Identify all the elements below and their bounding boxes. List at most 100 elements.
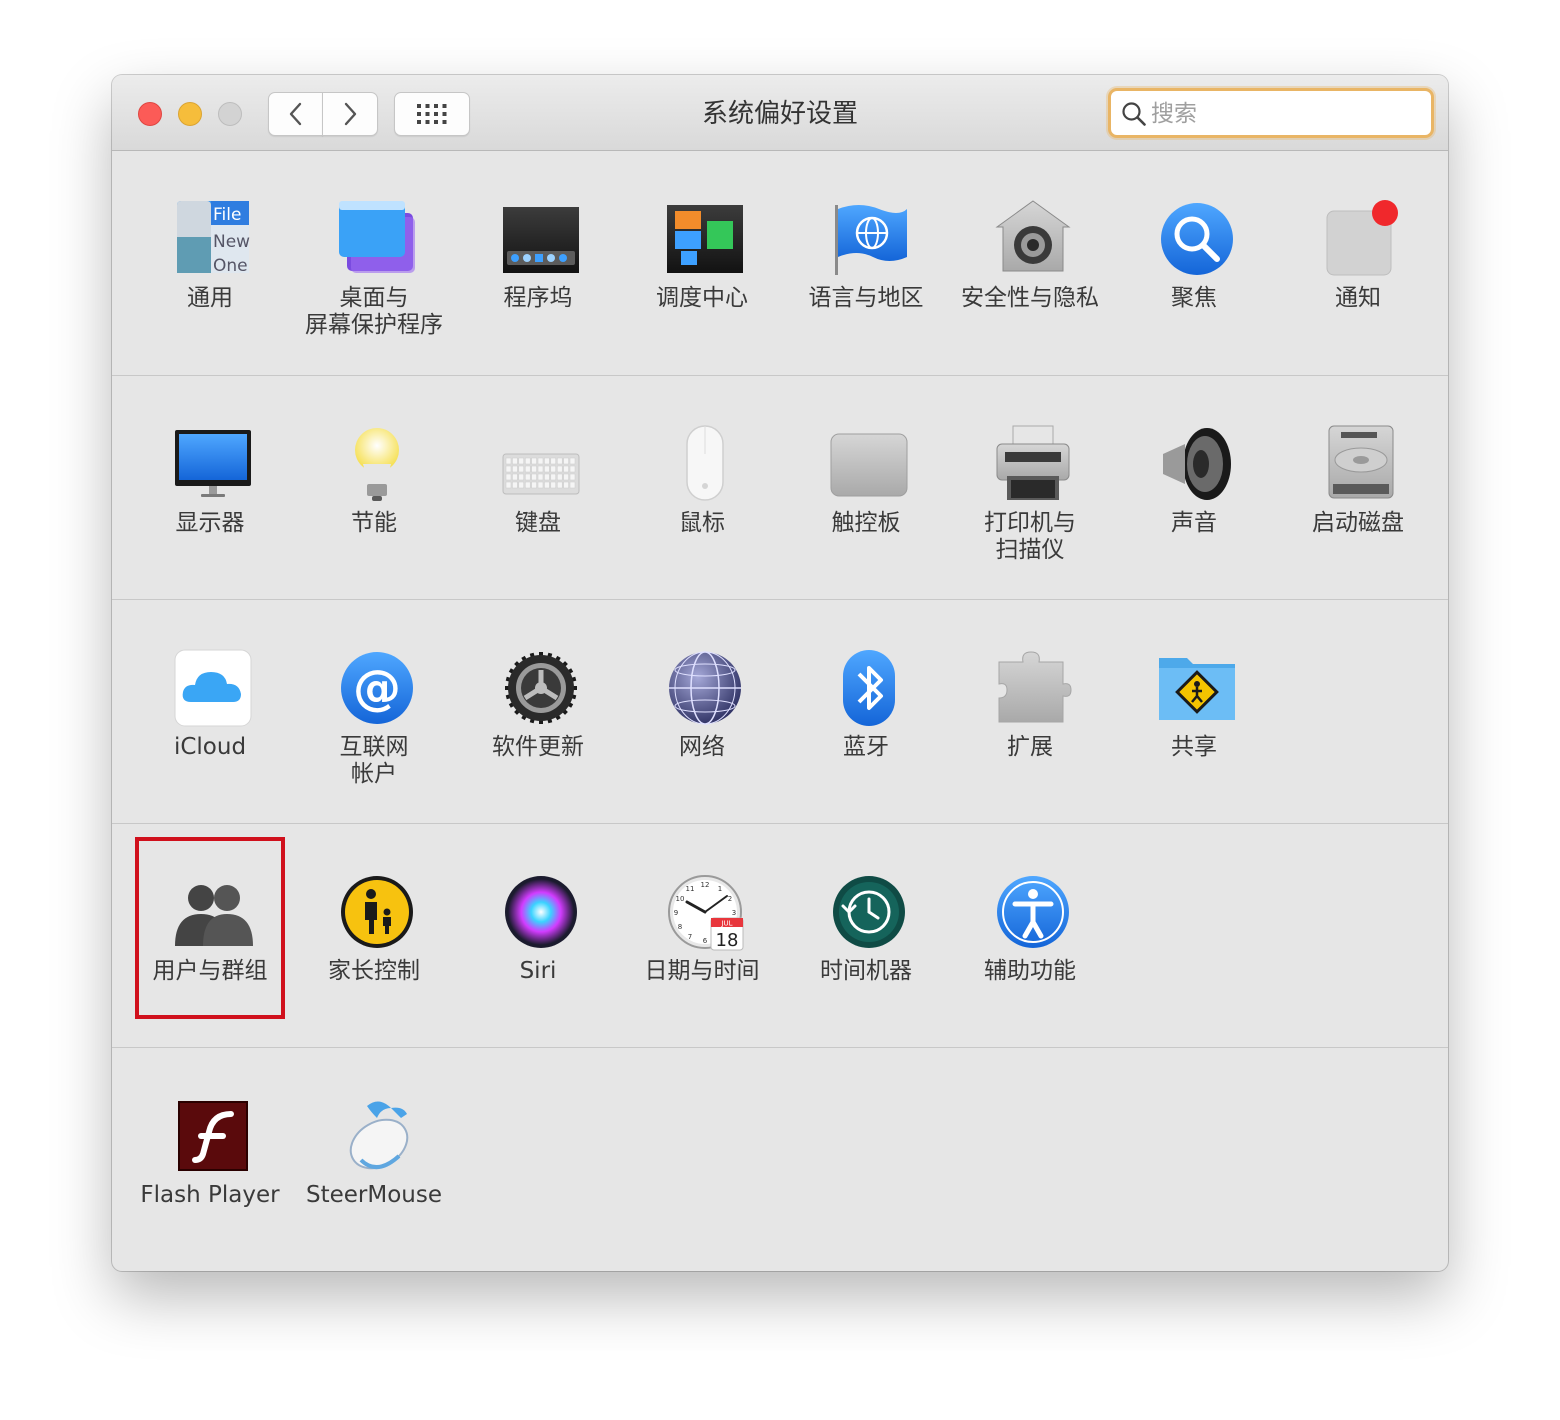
pane-printers-scanners[interactable]: 打印机与 扫描仪 bbox=[948, 376, 1112, 600]
accessibility-icon bbox=[993, 872, 1073, 952]
pane-label: 通知 bbox=[1335, 285, 1381, 311]
pane-spotlight[interactable]: 聚焦 bbox=[1112, 151, 1276, 375]
security-privacy-icon bbox=[993, 199, 1073, 279]
pane-steermouse[interactable]: SteerMouse bbox=[292, 1048, 456, 1271]
keyboard-icon bbox=[501, 424, 581, 504]
pane-label: 用户与群组 bbox=[152, 958, 268, 984]
pane-label: Flash Player bbox=[140, 1182, 280, 1208]
pane-label: 桌面与 屏幕保护程序 bbox=[305, 285, 443, 338]
pane-parental-controls[interactable]: 家长控制 bbox=[292, 824, 456, 1048]
pane-siri[interactable]: Siri bbox=[456, 824, 620, 1048]
svg-text:9: 9 bbox=[674, 909, 678, 917]
pane-internet-accounts[interactable]: @ 互联网 帐户 bbox=[292, 600, 456, 824]
pane-label: 显示器 bbox=[175, 510, 245, 536]
svg-text:3: 3 bbox=[732, 909, 736, 917]
software-update-icon bbox=[501, 648, 581, 728]
pane-label: 时间机器 bbox=[820, 958, 912, 984]
pane-label: 软件更新 bbox=[492, 734, 584, 760]
steermouse-icon bbox=[337, 1096, 417, 1176]
pane-row: Flash Player SteerMouse bbox=[112, 1047, 1448, 1271]
pane-icloud[interactable]: iCloud bbox=[128, 600, 292, 824]
svg-text:1: 1 bbox=[718, 885, 722, 893]
pane-row: 用户与群组 家长控制 Siri 121111029384756 JUL 18日期… bbox=[112, 823, 1448, 1047]
pane-displays[interactable]: 显示器 bbox=[128, 376, 292, 600]
search-input[interactable] bbox=[1149, 95, 1423, 133]
pane-row: iCloud @ 互联网 帐户 软件更新 网络 蓝牙 扩展 共享 bbox=[112, 599, 1448, 823]
pane-label: 鼠标 bbox=[679, 510, 725, 536]
pane-label: SteerMouse bbox=[305, 1182, 442, 1208]
pane-mouse[interactable]: 鼠标 bbox=[620, 376, 784, 600]
pane-software-update[interactable]: 软件更新 bbox=[456, 600, 620, 824]
parental-controls-icon bbox=[337, 872, 417, 952]
pane-label: 调度中心 bbox=[656, 285, 748, 311]
title-bar: 系统偏好设置 bbox=[112, 75, 1448, 151]
internet-accounts-icon: @ bbox=[337, 648, 417, 728]
pane-label: 互联网 帐户 bbox=[339, 734, 409, 787]
general-icon: File New One bbox=[173, 199, 253, 279]
users-groups-icon bbox=[173, 872, 253, 952]
pane-label: 启动磁盘 bbox=[1312, 510, 1404, 536]
trackpad-icon bbox=[829, 424, 909, 504]
pane-general[interactable]: File New One 通用 bbox=[128, 151, 292, 375]
sharing-icon bbox=[1157, 648, 1237, 728]
pane-language-region[interactable]: 语言与地区 bbox=[784, 151, 948, 375]
mission-control-icon bbox=[665, 199, 745, 279]
pane-label: 键盘 bbox=[515, 510, 561, 536]
pane-label: 聚焦 bbox=[1171, 285, 1217, 311]
pane-notifications[interactable]: 通知 bbox=[1276, 151, 1440, 375]
pane-desktop-screensaver[interactable]: 桌面与 屏幕保护程序 bbox=[292, 151, 456, 375]
pane-startup-disk[interactable]: 启动磁盘 bbox=[1276, 376, 1440, 600]
pane-label: iCloud bbox=[173, 734, 247, 760]
pane-label: 辅助功能 bbox=[984, 958, 1076, 984]
svg-text:18: 18 bbox=[716, 930, 739, 951]
extensions-icon bbox=[993, 648, 1073, 728]
energy-saver-icon bbox=[337, 424, 417, 504]
pane-users-groups[interactable]: 用户与群组 bbox=[128, 824, 292, 1048]
pane-dock[interactable]: 程序坞 bbox=[456, 151, 620, 375]
pane-energy-saver[interactable]: 节能 bbox=[292, 376, 456, 600]
svg-text:12: 12 bbox=[701, 881, 710, 889]
pane-label: 节能 bbox=[351, 510, 397, 536]
search-field[interactable] bbox=[1108, 88, 1434, 138]
general-icon-new: New bbox=[213, 232, 250, 252]
flash-player-icon bbox=[173, 1096, 253, 1176]
pane-date-time[interactable]: 121111029384756 JUL 18日期与时间 bbox=[620, 824, 784, 1048]
pane-label: 打印机与 扫描仪 bbox=[984, 510, 1076, 563]
pane-row: File New One 通用 桌面与 屏幕保护程序 程序坞 调度中心 语言与地区… bbox=[112, 151, 1448, 375]
svg-text:2: 2 bbox=[728, 895, 732, 903]
siri-icon bbox=[501, 872, 581, 952]
pane-label: 通用 bbox=[187, 285, 233, 311]
svg-text:7: 7 bbox=[688, 933, 692, 941]
pane-keyboard[interactable]: 键盘 bbox=[456, 376, 620, 600]
svg-text:JUL: JUL bbox=[720, 920, 732, 928]
pane-label: 家长控制 bbox=[328, 958, 420, 984]
svg-text:@: @ bbox=[353, 660, 401, 716]
icloud-icon bbox=[173, 648, 253, 728]
notifications-icon bbox=[1321, 199, 1401, 279]
dock-icon bbox=[501, 199, 581, 279]
printers-scanners-icon bbox=[993, 424, 1073, 504]
date-time-icon: 121111029384756 JUL 18 bbox=[665, 872, 745, 952]
pane-label: 日期与时间 bbox=[644, 958, 760, 984]
pane-flash-player[interactable]: Flash Player bbox=[128, 1048, 292, 1271]
pane-label: 安全性与隐私 bbox=[961, 285, 1099, 311]
pane-network[interactable]: 网络 bbox=[620, 600, 784, 824]
pane-trackpad[interactable]: 触控板 bbox=[784, 376, 948, 600]
pane-mission-control[interactable]: 调度中心 bbox=[620, 151, 784, 375]
pane-label: 语言与地区 bbox=[808, 285, 924, 311]
mouse-icon bbox=[665, 424, 745, 504]
svg-text:6: 6 bbox=[703, 937, 708, 945]
pane-time-machine[interactable]: 时间机器 bbox=[784, 824, 948, 1048]
general-icon-one: One bbox=[213, 256, 248, 276]
system-preferences-window: 系统偏好设置 File New One 通用 桌面与 屏幕保护程序 程序坞 调度中… bbox=[112, 75, 1448, 1271]
general-icon-file: File bbox=[213, 205, 241, 225]
pane-bluetooth[interactable]: 蓝牙 bbox=[784, 600, 948, 824]
pane-security-privacy[interactable]: 安全性与隐私 bbox=[948, 151, 1112, 375]
pane-sound[interactable]: 声音 bbox=[1112, 376, 1276, 600]
svg-text:8: 8 bbox=[678, 923, 682, 931]
pane-accessibility[interactable]: 辅助功能 bbox=[948, 824, 1112, 1048]
startup-disk-icon bbox=[1321, 424, 1401, 504]
network-icon bbox=[665, 648, 745, 728]
pane-sharing[interactable]: 共享 bbox=[1112, 600, 1276, 824]
pane-extensions[interactable]: 扩展 bbox=[948, 600, 1112, 824]
